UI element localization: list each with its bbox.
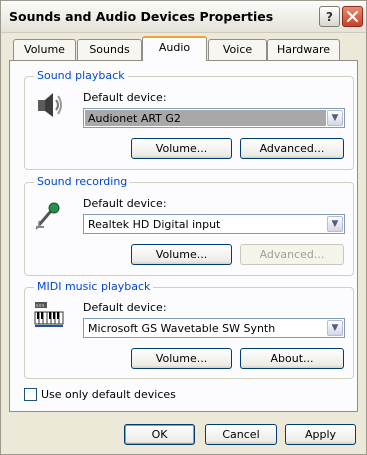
apply-button[interactable]: Apply — [285, 424, 356, 445]
midi-volume-button[interactable]: Volume... — [131, 348, 232, 369]
tab-volume[interactable]: Volume — [13, 39, 76, 60]
tab-hardware[interactable]: Hardware — [267, 39, 340, 60]
recording-device-label: Default device: — [83, 197, 167, 210]
help-icon: ? — [326, 9, 333, 24]
group-title: Sound recording — [34, 175, 131, 188]
close-icon — [346, 10, 359, 23]
playback-volume-button[interactable]: Volume... — [131, 138, 232, 159]
playback-advanced-button[interactable]: Advanced... — [240, 138, 344, 159]
midi-playback-group: MIDI music playback Default device: Micr… — [24, 280, 354, 379]
chevron-down-icon[interactable]: ▼ — [327, 216, 343, 232]
ok-button[interactable]: OK — [124, 424, 195, 445]
sound-playback-group: Sound playback Default device: Audionet … — [24, 69, 354, 170]
midi-device-select[interactable]: Microsoft GS Wavetable SW Synth ▼ — [83, 318, 345, 338]
playback-device-select[interactable]: Audionet ART G2 ▼ — [83, 108, 345, 128]
playback-device-label: Default device: — [83, 91, 167, 104]
tab-audio[interactable]: Audio — [142, 36, 207, 61]
recording-advanced-button[interactable]: Advanced... — [240, 244, 344, 265]
chevron-down-icon[interactable]: ▼ — [327, 320, 343, 336]
recording-device-value: Realtek HD Digital input — [88, 218, 221, 231]
tab-voice[interactable]: Voice — [208, 39, 267, 60]
default-devices-checkbox[interactable] — [24, 388, 37, 401]
midi-device-value: Microsoft GS Wavetable SW Synth — [88, 322, 276, 335]
midi-device-label: Default device: — [83, 301, 167, 314]
help-button[interactable]: ? — [319, 6, 340, 27]
group-title: MIDI music playback — [34, 280, 154, 293]
cancel-button[interactable]: Cancel — [205, 424, 277, 445]
midi-keyboard-icon — [34, 302, 64, 327]
default-devices-label: Use only default devices — [41, 388, 176, 401]
close-button[interactable] — [342, 6, 363, 27]
properties-window: Sounds and Audio Devices Properties ? Vo… — [0, 0, 367, 455]
tab-sounds[interactable]: Sounds — [77, 39, 142, 60]
group-title: Sound playback — [34, 69, 128, 82]
speaker-icon — [38, 93, 62, 117]
chevron-down-icon[interactable]: ▼ — [327, 110, 343, 126]
recording-volume-button[interactable]: Volume... — [131, 244, 232, 265]
audio-tab-panel: Sound playback Default device: Audionet … — [9, 60, 358, 412]
midi-about-button[interactable]: About... — [240, 348, 344, 369]
title-bar[interactable]: Sounds and Audio Devices Properties ? — [1, 1, 366, 33]
sound-recording-group: Sound recording Default device: Realtek … — [24, 175, 354, 276]
recording-device-select[interactable]: Realtek HD Digital input ▼ — [83, 214, 345, 234]
playback-device-value: Audionet ART G2 — [85, 110, 326, 126]
window-title: Sounds and Audio Devices Properties — [9, 9, 274, 24]
microphone-icon — [35, 202, 60, 230]
